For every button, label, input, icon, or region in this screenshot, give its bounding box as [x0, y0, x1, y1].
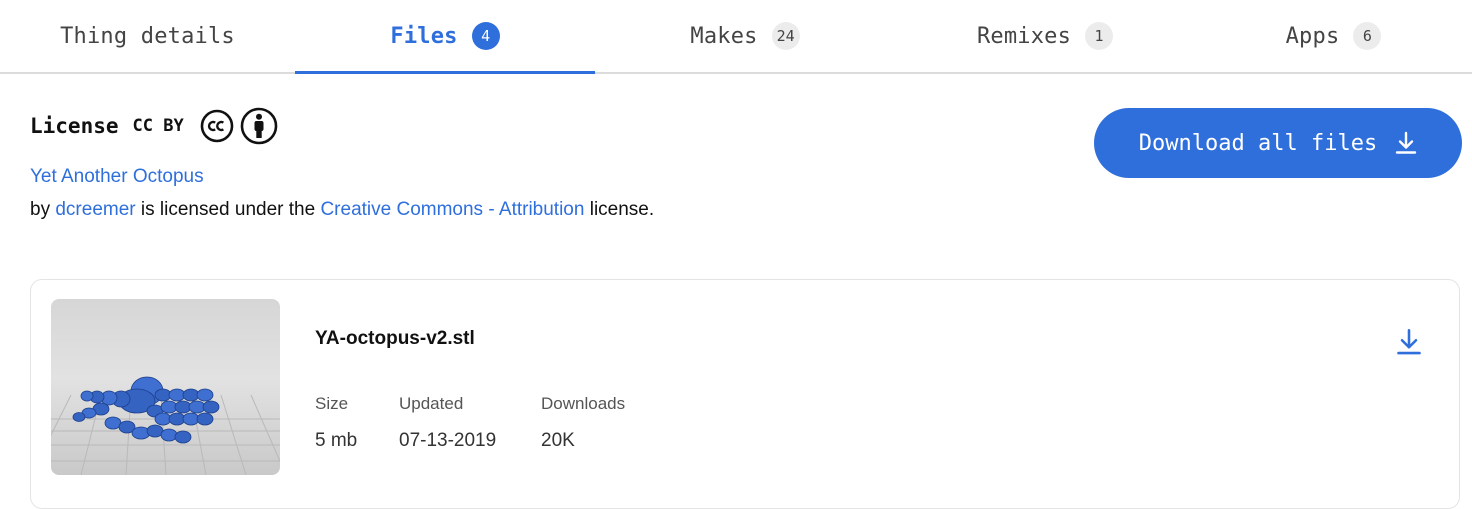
credit-by: by: [30, 199, 51, 220]
downloads-value: 20K: [541, 430, 575, 451]
downloads-label: Downloads: [541, 394, 626, 413]
octopus-model-thumbnail[interactable]: [51, 299, 280, 475]
tab-bar: Thing details Files 4 Makes 24 Remixes 1…: [0, 0, 1472, 74]
creative-commons-icon: [200, 109, 234, 143]
attribution-icon: [240, 107, 278, 145]
download-all-label: Download all files: [1138, 130, 1378, 156]
tab-files[interactable]: Files 4: [295, 0, 595, 74]
file-name[interactable]: YA-octopus-v2.stl: [315, 328, 475, 350]
author-link[interactable]: dcreemer: [55, 199, 135, 220]
tab-thing-details[interactable]: Thing details: [0, 0, 295, 72]
tab-count-badge: 4: [471, 22, 500, 50]
license-title: License: [30, 114, 119, 138]
credit-end: license.: [589, 199, 655, 220]
model-name-link[interactable]: Yet Another Octopus: [30, 166, 204, 188]
license-code: CC BY: [132, 116, 184, 136]
file-download-icon[interactable]: [1395, 328, 1423, 356]
tab-label: Makes: [690, 23, 758, 49]
tab-label: Thing details: [60, 23, 235, 49]
tab-label: Remixes: [976, 23, 1072, 49]
download-icon: [1396, 131, 1417, 154]
size-label: Size: [315, 394, 349, 413]
tab-makes[interactable]: Makes 24: [595, 0, 895, 72]
tab-count-badge: 6: [1353, 22, 1382, 50]
license-heading: License CC BY: [30, 107, 278, 145]
updated-label: Updated: [399, 394, 464, 413]
tab-label: Files: [390, 23, 458, 49]
tab-count-badge: 24: [771, 22, 800, 50]
size-value: 5 mb: [315, 430, 358, 451]
active-tab-indicator: [295, 71, 595, 74]
tab-label: Apps: [1285, 23, 1340, 49]
download-all-button[interactable]: Download all files: [1094, 108, 1462, 178]
tab-count-badge: 1: [1085, 22, 1114, 50]
tab-apps[interactable]: Apps 6: [1195, 0, 1472, 72]
credit-mid: is licensed under the: [140, 199, 316, 220]
updated-value: 07-13-2019: [399, 430, 497, 451]
license-link[interactable]: Creative Commons - Attribution: [320, 199, 584, 220]
file-card: YA-octopus-v2.stl Size Updated Downloads…: [30, 279, 1460, 509]
tab-remixes[interactable]: Remixes 1: [895, 0, 1195, 72]
license-credit-text: by dcreemer is licensed under the Creati…: [30, 199, 654, 221]
